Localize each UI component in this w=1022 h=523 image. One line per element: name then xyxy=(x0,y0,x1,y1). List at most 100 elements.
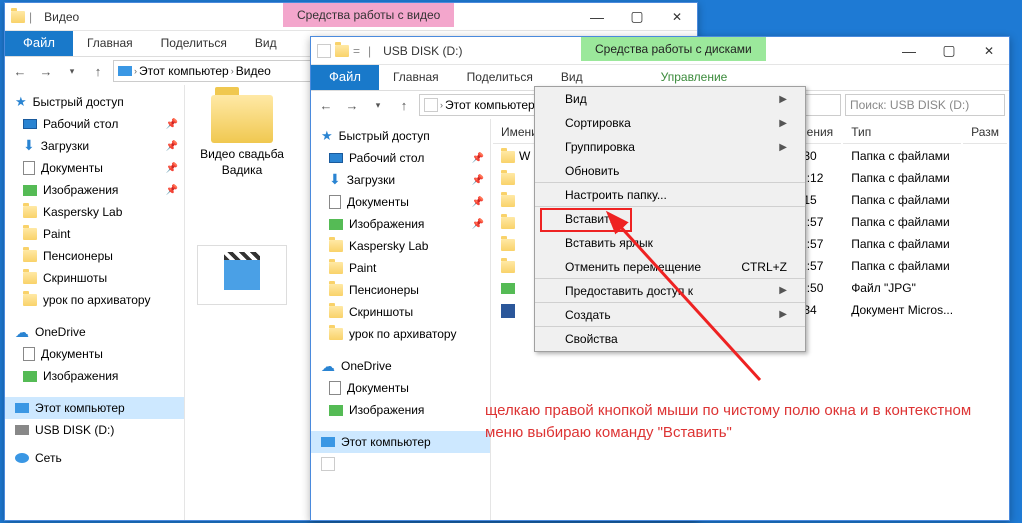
sidebar-item[interactable]: Пенсионеры xyxy=(5,245,184,267)
folder-item[interactable]: Видео свадьба Вадика xyxy=(195,95,289,178)
file-tab[interactable]: Файл xyxy=(5,31,73,56)
context-menu-item[interactable]: Настроить папку... xyxy=(535,183,805,207)
pin-icon: 📌 xyxy=(472,175,484,186)
maximize-button[interactable]: ▢ xyxy=(617,3,657,31)
context-menu-item[interactable]: Сортировка▶ xyxy=(535,111,805,135)
menu-label: Обновить xyxy=(565,164,619,178)
sidebar-item[interactable]: Kaspersky Lab xyxy=(311,235,490,257)
sidebar-item[interactable]: Kaspersky Lab xyxy=(5,201,184,223)
sidebar-item-images[interactable]: Изображения📌 xyxy=(5,179,184,201)
sidebar-this-pc[interactable]: Этот компьютер xyxy=(5,397,184,419)
sidebar-quick-access[interactable]: ★Быстрый доступ xyxy=(311,125,490,147)
menu-share[interactable]: Поделиться xyxy=(453,65,547,90)
pin-icon: 📌 xyxy=(166,141,178,152)
clapper-icon xyxy=(224,260,260,290)
file-icon xyxy=(501,283,515,294)
breadcrumb[interactable]: Этот компьютер xyxy=(139,64,229,78)
images-icon xyxy=(329,405,343,416)
sidebar-item-downloads[interactable]: ⬇Загрузки📌 xyxy=(5,135,184,157)
titlebar-usb[interactable]: = | USB DISK (D:) Средства работы с диск… xyxy=(311,37,1009,65)
titlebar-video[interactable]: | Видео Средства работы с видео — ▢ ✕ xyxy=(5,3,697,31)
sidebar-item-documents[interactable]: Документы📌 xyxy=(311,191,490,213)
file-tab[interactable]: Файл xyxy=(311,65,379,90)
nav-up[interactable]: ↑ xyxy=(87,60,109,82)
cell-type: Папка с файлами xyxy=(843,190,961,210)
sidebar-label: OneDrive xyxy=(35,325,86,339)
usb-icon xyxy=(15,425,29,435)
sidebar-item[interactable]: Paint xyxy=(311,257,490,279)
breadcrumb[interactable]: Видео xyxy=(236,64,271,78)
menu-home[interactable]: Главная xyxy=(379,65,453,90)
context-menu-item[interactable]: Группировка▶ xyxy=(535,135,805,159)
cell-type: Папка с файлами xyxy=(843,234,961,254)
sidebar-usb[interactable] xyxy=(311,453,490,475)
sidebar-item[interactable]: Документы xyxy=(311,377,490,399)
col-type[interactable]: Тип xyxy=(843,121,961,144)
sidebar-usb[interactable]: USB DISK (D:) xyxy=(5,419,184,441)
maximize-button[interactable]: ▢ xyxy=(929,37,969,65)
sidebar-item-downloads[interactable]: ⬇Загрузки📌 xyxy=(311,169,490,191)
sidebar-item[interactable]: урок по архиватору xyxy=(5,289,184,311)
breadcrumb-sep: › xyxy=(134,66,137,76)
sidebar-item[interactable]: Пенсионеры xyxy=(311,279,490,301)
app-icon xyxy=(317,44,331,58)
video-thumb[interactable] xyxy=(197,245,287,305)
sidebar-item[interactable]: Документы xyxy=(5,343,184,365)
sidebar-onedrive[interactable]: ☁OneDrive xyxy=(5,321,184,343)
breadcrumb-sep: › xyxy=(440,100,443,110)
sidebar-item-desktop[interactable]: Рабочий стол📌 xyxy=(5,113,184,135)
col-size[interactable]: Разм xyxy=(963,121,1007,144)
sidebar-item-desktop[interactable]: Рабочий стол📌 xyxy=(311,147,490,169)
nav-history[interactable]: ▾ xyxy=(367,94,389,116)
sidebar-this-pc[interactable]: Этот компьютер xyxy=(311,431,490,453)
sidebar-item-documents[interactable]: Документы📌 xyxy=(5,157,184,179)
context-menu-item[interactable]: Обновить xyxy=(535,159,805,183)
nav-forward[interactable]: → xyxy=(35,60,57,82)
sidebar-item[interactable]: Скриншоты xyxy=(311,301,490,323)
search-input[interactable]: Поиск: USB DISK (D:) xyxy=(845,94,1005,116)
menu-home[interactable]: Главная xyxy=(73,31,147,56)
sidebar-label: Загрузки xyxy=(41,139,89,153)
documents-icon xyxy=(23,161,35,175)
sidebar-label: Paint xyxy=(349,261,376,275)
contextual-tab-drive[interactable]: Средства работы с дисками xyxy=(581,37,766,61)
annotation-arrow xyxy=(600,210,780,390)
nav-back[interactable]: ← xyxy=(315,94,337,116)
folder-icon xyxy=(329,240,343,252)
menu-share[interactable]: Поделиться xyxy=(147,31,241,56)
divider: | xyxy=(368,44,371,58)
close-button[interactable]: ✕ xyxy=(657,3,697,31)
file-icon xyxy=(501,195,515,207)
minimize-button[interactable]: — xyxy=(577,3,617,31)
close-button[interactable]: ✕ xyxy=(969,37,1009,65)
star-icon: ★ xyxy=(321,128,333,144)
sidebar-network[interactable]: Сеть xyxy=(5,447,184,469)
minimize-button[interactable]: — xyxy=(889,37,929,65)
sidebar-quick-access[interactable]: ★Быстрый доступ xyxy=(5,91,184,113)
menu-view[interactable]: Вид xyxy=(241,31,291,56)
folder-icon xyxy=(329,328,343,340)
sidebar-onedrive[interactable]: ☁OneDrive xyxy=(311,355,490,377)
cell-type: Файл "JPG" xyxy=(843,278,961,298)
cell-type: Документ Micros... xyxy=(843,300,961,321)
context-menu-item[interactable]: Вид▶ xyxy=(535,87,805,111)
sidebar-item[interactable]: Paint xyxy=(5,223,184,245)
nav-back[interactable]: ← xyxy=(9,60,31,82)
contextual-tab-video[interactable]: Средства работы с видео xyxy=(283,3,454,27)
sidebar-item[interactable]: Изображения xyxy=(5,365,184,387)
nav-history[interactable]: ▾ xyxy=(61,60,83,82)
folder-icon xyxy=(23,294,37,306)
sidebar-label: Kaspersky Lab xyxy=(349,239,428,253)
sidebar-label: Этот компьютер xyxy=(341,435,431,449)
nav-up[interactable]: ↑ xyxy=(393,94,415,116)
cell-type: Папка с файлами xyxy=(843,146,961,166)
sidebar-item[interactable]: урок по архиватору xyxy=(311,323,490,345)
file-icon xyxy=(501,239,515,251)
sidebar-item-images[interactable]: Изображения📌 xyxy=(311,213,490,235)
cell-type: Папка с файлами xyxy=(843,256,961,276)
sidebar-item[interactable]: Изображения xyxy=(311,399,490,421)
pin-icon: 📌 xyxy=(166,185,178,196)
sidebar-item[interactable]: Скриншоты xyxy=(5,267,184,289)
nav-forward[interactable]: → xyxy=(341,94,363,116)
breadcrumb[interactable]: Этот компьютер xyxy=(445,98,535,112)
